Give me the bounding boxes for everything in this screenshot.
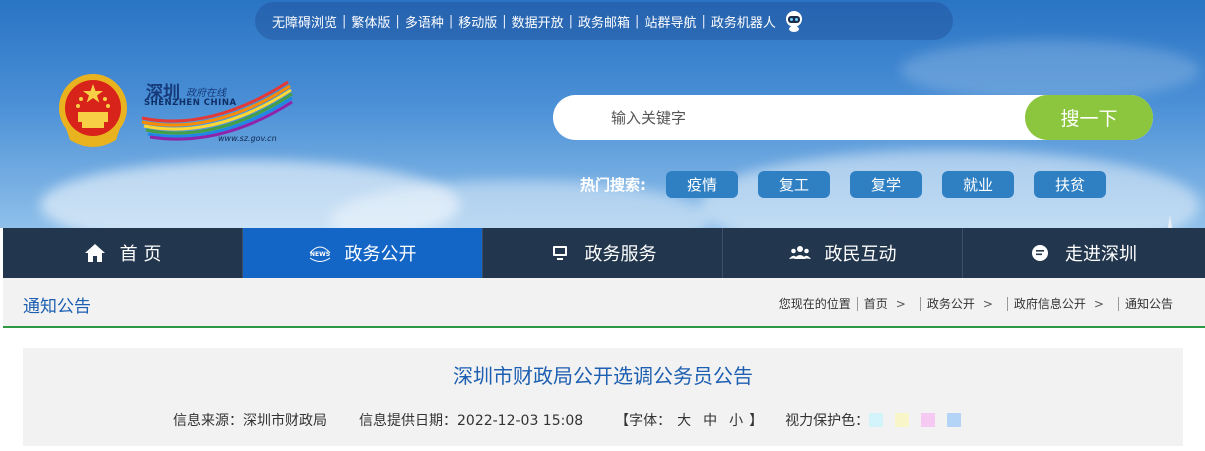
nav-gov-affairs-open-label: 政务公开: [344, 244, 417, 265]
shenzhen-gov-logo[interactable]: 深圳 政府在线 SHENZHEN CHINA www.sz.gov.cn: [140, 74, 300, 150]
breadcrumb-item-home[interactable]: 首页: [864, 295, 888, 312]
skyscraper-decoration: [1167, 215, 1173, 228]
nav-home-label: 首 页: [119, 244, 162, 265]
robot-icon[interactable]: [783, 10, 805, 32]
nav-home[interactable]: 首 页: [3, 228, 243, 278]
search-box: 搜一下: [553, 95, 1153, 140]
breadcrumb-prefix: 您现在的位置: [778, 297, 851, 311]
link-accessibility[interactable]: 无障碍浏览: [267, 12, 342, 31]
link-mobile[interactable]: 移动版: [453, 12, 502, 31]
article-source: 信息来源：深圳市财政局: [173, 413, 327, 429]
hot-tag-epidemic[interactable]: 疫情: [666, 170, 738, 198]
nav-gov-services-label: 政务服务: [584, 244, 657, 265]
link-multilingual[interactable]: 多语种: [400, 12, 449, 31]
breadcrumb-item-gov-info-open[interactable]: 政府信息公开: [1014, 295, 1086, 312]
eye-color-swatch-pink[interactable]: [921, 413, 936, 427]
national-emblem-logo: [59, 74, 127, 147]
nav-gov-affairs-open[interactable]: NEWS 政务公开: [243, 228, 483, 278]
font-size-small[interactable]: 小: [729, 410, 743, 430]
people-icon: [788, 246, 811, 259]
breadcrumb-item-gov-affairs-open[interactable]: 政务公开: [927, 295, 975, 312]
breadcrumb-separator: >: [982, 296, 993, 311]
breadcrumb: 您现在的位置 首页 > 政务公开 > 政府信息公开 > 通知公告: [779, 295, 1173, 312]
nav-explore-shenzhen[interactable]: 走进深圳: [963, 228, 1203, 278]
nav-explore-shenzhen-label: 走进深圳: [1065, 244, 1137, 265]
font-size-label: 【字体：: [615, 413, 672, 429]
header-banner: 无障碍浏览 | 繁体版 | 多语种 | 移动版 | 数据开放 | 政务邮箱 | …: [0, 0, 1205, 228]
top-links-bar: 无障碍浏览 | 繁体版 | 多语种 | 移动版 | 数据开放 | 政务邮箱 | …: [255, 2, 953, 40]
nav-gov-services[interactable]: 政务服务: [483, 228, 723, 278]
monitor-icon: [552, 246, 567, 260]
eye-color-swatch-yellow[interactable]: [895, 413, 910, 427]
article-header: 深圳市财政局公开选调公务员公告 信息来源：深圳市财政局 信息提供日期：2022-…: [23, 348, 1183, 446]
eye-color-swatch-blue[interactable]: [947, 413, 962, 427]
eye-color-swatch-cyan[interactable]: [869, 413, 884, 427]
hot-search-label: 热门搜索:: [580, 175, 646, 194]
link-gov-robot[interactable]: 政务机器人: [706, 12, 781, 31]
breadcrumb-separator: >: [1093, 296, 1104, 311]
hot-tag-resume-work[interactable]: 复工: [758, 170, 830, 198]
font-size-large[interactable]: 大: [677, 410, 691, 430]
nav-citizen-interaction-label: 政民互动: [824, 244, 897, 265]
svg-text:NEWS: NEWS: [309, 251, 329, 258]
eye-protection-label: 视力保护色：: [785, 413, 870, 429]
link-traditional[interactable]: 繁体版: [346, 12, 395, 31]
hot-tag-poverty-relief[interactable]: 扶贫: [1034, 170, 1106, 198]
link-open-data[interactable]: 数据开放: [507, 12, 569, 31]
nav-citizen-interaction[interactable]: 政民互动: [723, 228, 963, 278]
hot-search: 热门搜索: 疫情 复工 复学 就业 扶贫: [580, 170, 1126, 198]
search-input[interactable]: [611, 105, 1011, 130]
link-site-nav[interactable]: 站群导航: [639, 12, 701, 31]
font-size-label-close: 】: [749, 413, 764, 429]
article-date: 信息提供日期：2022-12-03 15:08: [359, 413, 584, 429]
hot-tag-employment[interactable]: 就业: [942, 170, 1014, 198]
search-button[interactable]: 搜一下: [1025, 95, 1153, 140]
link-gov-mail[interactable]: 政务邮箱: [573, 12, 635, 31]
section-header: 通知公告 您现在的位置 首页 > 政务公开 > 政府信息公开 > 通知公告: [3, 278, 1205, 328]
hot-tag-resume-school[interactable]: 复学: [850, 170, 922, 198]
cloud: [900, 40, 1200, 100]
main-nav: 首 页 NEWS 政务公开 政务服务 政民互动 走进深圳: [3, 228, 1205, 278]
article-meta: 信息来源：深圳市财政局 信息提供日期：2022-12-03 15:08 【字体：…: [173, 410, 973, 430]
home-icon: [84, 244, 105, 262]
news-icon: NEWS: [309, 246, 330, 262]
logo-url-text: www.sz.gov.cn: [218, 134, 277, 143]
article-title: 深圳市财政局公开选调公务员公告: [453, 364, 753, 388]
section-title: 通知公告: [23, 297, 91, 317]
font-size-medium[interactable]: 中: [703, 410, 717, 430]
chat-icon: [1032, 245, 1048, 261]
breadcrumb-separator: >: [895, 296, 906, 311]
breadcrumb-item-notices[interactable]: 通知公告: [1125, 295, 1173, 312]
